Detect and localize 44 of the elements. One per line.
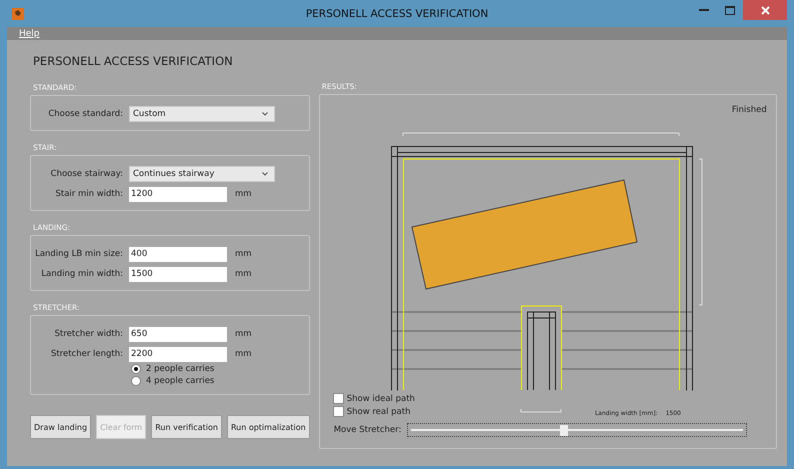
unit-label: mm (235, 249, 252, 259)
dropdown[interactable]: Custom (129, 106, 275, 122)
input-field[interactable]: 1500 (129, 266, 227, 282)
field-label: Stretcher width: (54, 329, 123, 339)
radio-button[interactable] (131, 376, 141, 386)
status-text: Finished (732, 105, 767, 115)
field-label: Landing LB min size: (34, 249, 123, 259)
maximize-icon (725, 6, 735, 14)
menu-item[interactable]: Help (19, 28, 40, 38)
unit-label: mm (235, 269, 252, 279)
field-label: Choose standard: (47, 109, 123, 119)
radio-button[interactable] (131, 364, 141, 374)
field-label: Choose stairway: (50, 169, 123, 179)
checkbox-label: Show ideal path (346, 394, 415, 404)
action-button[interactable]: Run verification (151, 415, 222, 439)
dropdown[interactable]: Continues stairway (129, 166, 275, 182)
unit-label: mm (235, 349, 252, 359)
action-button[interactable]: Run optimalization (226, 415, 310, 439)
checkbox-label: Show real path (346, 406, 410, 416)
field-label: Stair min width: (54, 189, 123, 199)
checkbox[interactable] (332, 393, 344, 404)
close-icon (760, 6, 770, 14)
input-field[interactable]: 650 (129, 326, 227, 342)
minimize-icon (699, 9, 709, 11)
close-button[interactable] (743, 0, 787, 20)
checkbox[interactable] (332, 406, 344, 417)
radio-label: 4 people carries (146, 376, 214, 386)
chevron-icon (262, 172, 268, 176)
slider-thumb[interactable] (560, 425, 568, 436)
field-label: Landing min width: (40, 269, 123, 279)
app-icon (12, 8, 24, 20)
action-button[interactable]: Draw landing (30, 415, 92, 439)
radio-label: 2 people carries (146, 364, 214, 374)
input-field[interactable]: 400 (129, 246, 227, 262)
window-title: PERSONELL ACCESS VERIFICATION (304, 8, 490, 20)
page-heading: PERSONELL ACCESS VERIFICATION (33, 54, 234, 68)
field-label: Stretcher length: (50, 349, 123, 359)
input-field[interactable]: 2200 (129, 346, 227, 362)
slider-label: Move Stretcher: (334, 425, 402, 435)
chevron-icon (262, 112, 268, 116)
input-field[interactable]: 1200 (129, 186, 227, 202)
stretcher-slider[interactable] (407, 423, 748, 437)
unit-label: mm (235, 329, 252, 339)
unit-label: mm (235, 189, 252, 199)
